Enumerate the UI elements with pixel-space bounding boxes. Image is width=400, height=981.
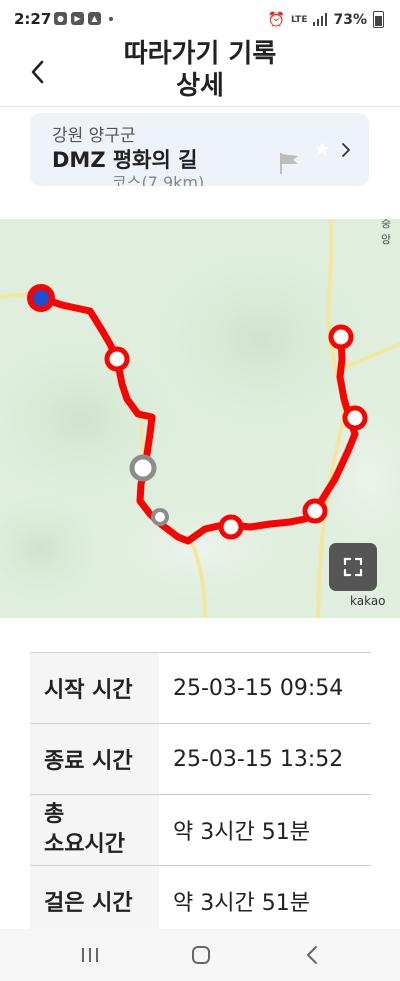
start-time-label: 시작 시간 <box>30 652 159 724</box>
status-bar: 2:27 ● ▶ ▲ ⏰ LTE 73% <box>0 0 400 40</box>
notification-icons: ● ▶ ▲ <box>54 12 113 25</box>
record-info-table: 시작 시간 25-03-15 09:54 종료 시간 25-03-15 13:5… <box>30 652 371 937</box>
status-time: 2:27 <box>14 10 52 28</box>
route-name: DMZ 평화의 길 <box>52 144 202 174</box>
table-row: 총 소요시간 약 3시간 51분 <box>30 794 371 866</box>
route-waypoint-marker[interactable] <box>342 405 368 431</box>
poi-marker[interactable] <box>151 508 169 526</box>
network-type: LTE <box>290 14 308 25</box>
total-duration-label: 총 소요시간 <box>30 794 159 866</box>
table-row: 종료 시간 25-03-15 13:52 <box>30 723 371 795</box>
start-marker[interactable] <box>27 284 55 312</box>
more-notifications-icon <box>109 16 113 21</box>
walking-time-value: 약 3시간 51분 <box>159 865 371 937</box>
map-attribution: kakao <box>350 594 386 608</box>
signal-icon <box>313 13 328 26</box>
walking-time-label: 걸은 시간 <box>30 865 159 937</box>
chevron-right-icon <box>342 143 350 157</box>
gallery-notification-icon: ▲ <box>88 12 101 25</box>
route-waypoint-marker[interactable] <box>302 498 328 524</box>
home-icon <box>192 946 210 964</box>
youtube-notification-icon: ▶ <box>71 12 84 25</box>
table-row: 걸은 시간 약 3시간 51분 <box>30 865 371 937</box>
map-view[interactable]: 중앙 kakao <box>0 219 400 618</box>
flag-icon <box>280 153 298 174</box>
battery-icon <box>373 11 384 28</box>
fullscreen-button[interactable] <box>329 543 377 591</box>
start-time-value: 25-03-15 09:54 <box>159 652 371 724</box>
chat-notification-icon: ● <box>54 12 67 25</box>
back-nav-button[interactable] <box>293 941 333 969</box>
poi-marker[interactable] <box>129 454 157 482</box>
route-waypoint-marker[interactable] <box>104 346 130 372</box>
battery-percent: 73% <box>333 11 367 28</box>
end-time-value: 25-03-15 13:52 <box>159 723 371 795</box>
recent-apps-icon <box>82 948 98 962</box>
back-icon <box>307 946 317 964</box>
status-right: ⏰ LTE 73% <box>267 11 384 28</box>
total-duration-value: 약 3시간 51분 <box>159 794 371 866</box>
end-time-label: 종료 시간 <box>30 723 159 795</box>
app-header: 따라가기 기록 상세 <box>0 38 400 107</box>
route-waypoint-marker[interactable] <box>218 514 244 540</box>
route-region: 강원 양구군 <box>52 126 136 146</box>
fullscreen-icon <box>343 557 363 577</box>
home-button[interactable] <box>181 941 221 969</box>
back-button[interactable] <box>26 58 52 86</box>
map-place-label: 중앙 <box>381 219 392 246</box>
chevron-left-icon <box>31 60 44 84</box>
page-title: 따라가기 기록 상세 <box>123 39 277 101</box>
navigation-bar <box>0 929 400 981</box>
alarm-icon: ⏰ <box>267 11 285 28</box>
route-waypoint-marker[interactable] <box>328 324 354 350</box>
recent-apps-button[interactable] <box>70 941 110 969</box>
table-row: 시작 시간 25-03-15 09:54 <box>30 652 371 724</box>
star-icon[interactable]: ★ <box>314 139 330 160</box>
route-card[interactable]: 강원 양구군 코스(7.9km) DMZ 평화의 길 ★ <box>30 113 369 186</box>
